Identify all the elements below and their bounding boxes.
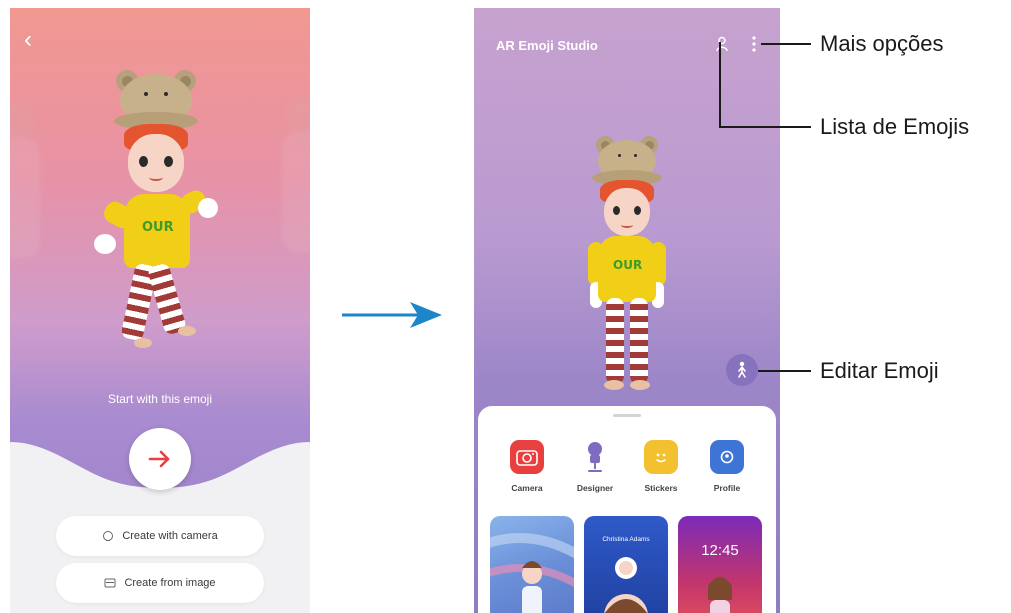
feature-camera-label: Camera — [511, 483, 543, 493]
emoji-list-icon[interactable] — [712, 34, 732, 54]
lockscreen-card[interactable]: 12:45 — [678, 516, 762, 613]
callout-more-options: Mais opções — [820, 31, 944, 56]
emoji-avatar[interactable]: OUR — [582, 132, 672, 404]
callout-edit-emoji: Editar Emoji — [820, 358, 939, 383]
ar-emoji-studio-screen: AR Emoji Studio OUR Camera Designer Stic… — [474, 8, 780, 613]
create-with-camera-label: Create with camera — [122, 530, 218, 542]
create-from-image-button[interactable]: Create from image — [56, 563, 264, 603]
person-edit-icon — [738, 361, 746, 378]
contact-card[interactable]: Christina Adams — [584, 516, 668, 613]
side-avatar-left[interactable] — [10, 104, 56, 304]
callout-line-more-options — [761, 43, 811, 45]
feature-camera[interactable]: Camera — [496, 440, 558, 493]
start-prompt: Start with this emoji — [107, 392, 213, 406]
emoji-create-screen: ‹ OUR Start with this emoji Create with … — [10, 8, 310, 613]
callout-line-emoji-list — [719, 126, 811, 128]
feature-sheet: Camera Designer Stickers Profile Christi… — [478, 406, 776, 613]
create-from-image-label: Create from image — [124, 577, 216, 589]
camera-icon — [510, 440, 544, 474]
feature-profile[interactable]: Profile — [696, 440, 758, 493]
side-avatar-right[interactable] — [266, 98, 310, 308]
callout-emoji-list: Lista de Emojis — [820, 114, 970, 139]
next-button[interactable] — [129, 428, 191, 490]
sticker-icon — [644, 440, 678, 474]
feature-profile-label: Profile — [713, 483, 741, 493]
feature-stickers[interactable]: Stickers — [630, 440, 692, 493]
wallpaper-card[interactable] — [490, 516, 574, 613]
edit-emoji-button[interactable] — [726, 354, 758, 386]
feature-stickers-label: Stickers — [644, 483, 678, 493]
arrow-right-icon — [148, 450, 170, 468]
image-icon — [104, 578, 116, 588]
chevron-left-icon[interactable]: ‹ — [24, 28, 32, 52]
callout-line-emoji-list-vertical — [719, 42, 721, 128]
feature-designer-label: Designer — [576, 483, 614, 493]
create-with-camera-button[interactable]: Create with camera — [56, 516, 264, 556]
page-title: AR Emoji Studio — [496, 38, 598, 53]
sheet-handle[interactable] — [613, 414, 641, 417]
arrow-right-icon — [342, 302, 442, 328]
feature-designer[interactable]: Designer — [564, 440, 626, 493]
designer-icon — [578, 440, 612, 474]
emoji-avatar[interactable]: OUR — [94, 64, 234, 374]
callout-line-edit-emoji — [758, 370, 811, 372]
profile-card-icon — [710, 440, 744, 474]
camera-shutter-icon — [103, 531, 114, 541]
